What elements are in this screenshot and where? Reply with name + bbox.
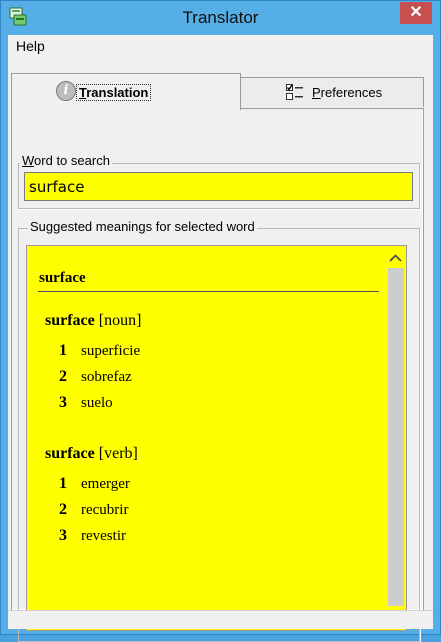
title-bar[interactable]: Translator ✕: [1, 1, 440, 35]
part-of-speech: [noun]: [98, 312, 142, 329]
close-icon: ✕: [409, 4, 423, 21]
tab-control: i Translation Preferences Word to search: [11, 73, 424, 642]
close-button[interactable]: ✕: [400, 2, 432, 24]
status-bar: [8, 610, 433, 629]
tab-preferences-label: Preferences: [312, 85, 383, 100]
translator-window: Translator ✕ Help i Translation Preferen…: [0, 0, 441, 642]
sense-item: 1 emerger: [59, 475, 130, 492]
sense-item: 1 superficie: [59, 342, 141, 359]
menu-help[interactable]: Help: [12, 38, 49, 54]
sense-item: 3 revestir: [59, 527, 126, 544]
scroll-up-icon[interactable]: [385, 246, 406, 268]
translation-panel: Word to search Suggested meanings for se…: [11, 108, 424, 642]
sense-item: 2 sobrefaz: [59, 368, 132, 385]
tab-preferences[interactable]: Preferences: [239, 77, 424, 107]
word-search-label: Word to search: [20, 153, 112, 168]
suggested-meanings-label: Suggested meanings for selected word: [28, 219, 257, 234]
tab-translation[interactable]: i Translation: [11, 73, 241, 110]
menu-bar: Help: [8, 35, 433, 57]
tab-translation-label: Translation: [76, 84, 152, 101]
vertical-scrollbar[interactable]: [385, 246, 406, 630]
entry-heading: surface [noun]: [45, 312, 142, 329]
headword-divider: [38, 291, 379, 292]
sense-item: 3 suelo: [59, 394, 113, 411]
part-of-speech: [verb]: [98, 445, 138, 462]
headword: surface: [39, 270, 86, 286]
window-title: Translator: [182, 8, 259, 27]
client-area: Help i Translation Preferences Word to s…: [8, 35, 433, 642]
meanings-view[interactable]: surface surface [noun] 1 superficie 2 sobr…: [26, 245, 407, 631]
info-icon: i: [56, 81, 76, 101]
scroll-thumb[interactable]: [388, 268, 404, 606]
checklist-icon: [286, 84, 303, 100]
word-search-input[interactable]: [24, 172, 413, 201]
meanings-content: surface surface [noun] 1 superficie 2 sobr…: [27, 246, 387, 630]
sense-item: 2 recubrir: [59, 501, 129, 518]
entry-heading: surface [verb]: [45, 445, 138, 462]
